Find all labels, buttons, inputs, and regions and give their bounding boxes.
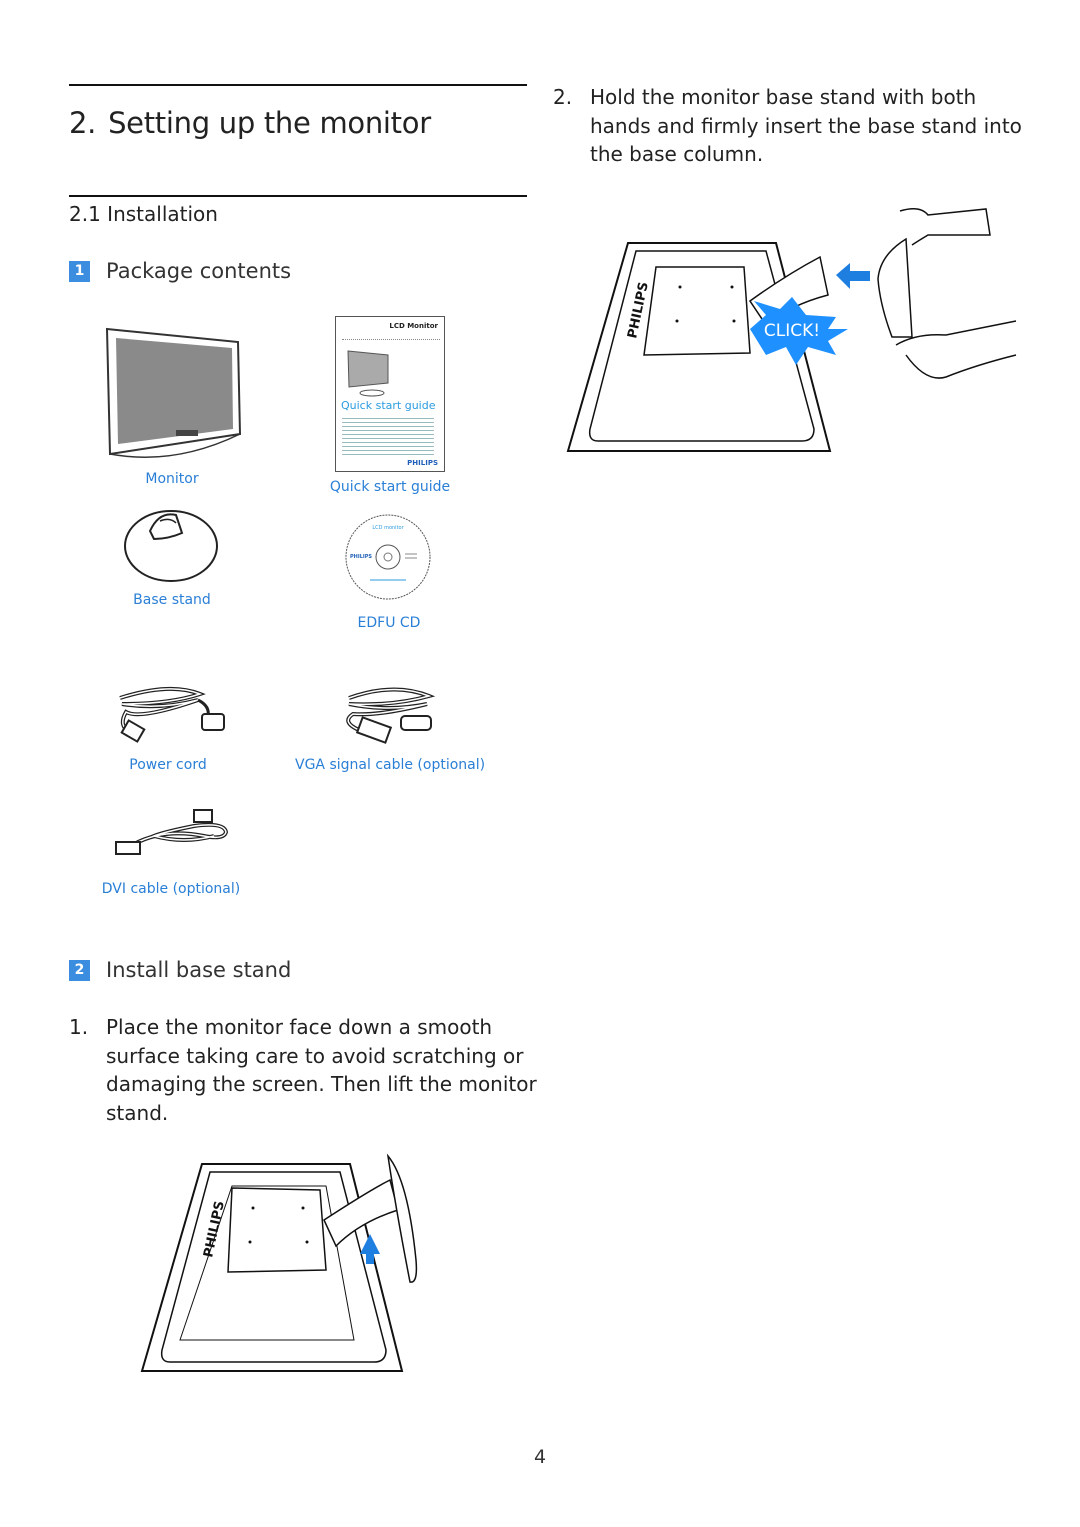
install-base-stand-title: Install base stand [106, 958, 292, 982]
page-number: 4 [533, 1446, 547, 1468]
section-rule [69, 195, 527, 197]
section-number: 2.1 [69, 202, 101, 226]
step-number: 1. [69, 1015, 89, 1039]
power-cord-icon [119, 686, 225, 743]
section-title: Installation [107, 202, 218, 226]
package-contents-title: Package contents [106, 259, 292, 283]
base-stand-icon [124, 510, 218, 582]
cd-icon: LCD monitor PHILIPS [345, 514, 431, 600]
step-text: Hold the monitor base stand with both ha… [590, 85, 1022, 166]
guide-title: Quick start guide [341, 399, 436, 412]
step-badge-2: 2 [69, 959, 90, 981]
step-text: Place the monitor face down a smooth sur… [106, 1015, 537, 1125]
step-number: 2. [553, 85, 573, 109]
caption-quick-start-guide: Quick start guide [329, 479, 451, 495]
install-base-stand-heading: 2 Install base stand [69, 958, 291, 982]
vga-cable-icon [346, 687, 436, 744]
caption-monitor: Monitor [145, 471, 199, 487]
dvi-cable-icon [115, 809, 229, 855]
cd-brand: PHILIPS [350, 554, 372, 560]
caption-vga-cable: VGA signal cable (optional) [295, 757, 486, 773]
chapter-title: Setting up the monitor [108, 106, 431, 140]
cd-heading: LCD monitor [372, 525, 404, 531]
package-contents-heading: 1 Package contents [69, 259, 291, 283]
caption-edfu-cd: EDFU CD [357, 615, 421, 631]
monitor-icon [105, 327, 242, 458]
top-rule [69, 84, 527, 86]
caption-dvi-cable: DVI cable (optional) [101, 881, 241, 897]
install-step-1: 1. Place the monitor face down a smooth … [69, 1013, 539, 1127]
click-label: CLICK! [764, 321, 820, 341]
step-badge-1: 1 [69, 260, 90, 282]
guide-heading: LCD Monitor [389, 322, 438, 330]
monitor-face-down-illustration: PHILIPS [140, 1153, 418, 1372]
caption-power-cord: Power cord [129, 757, 207, 773]
quick-start-guide-icon: LCD Monitor Quick start guide PHILIPS [335, 316, 445, 472]
insert-base-stand-illustration: PHILIPS CLICK! [566, 208, 1017, 452]
caption-base-stand: Base stand [133, 592, 211, 608]
chapter-heading: 2. Setting up the monitor [69, 106, 431, 140]
guide-brand: PHILIPS [407, 459, 438, 467]
chapter-number: 2. [69, 106, 97, 140]
section-heading: 2.1 Installation [69, 202, 218, 226]
install-step-2: 2. Hold the monitor base stand with both… [553, 83, 1023, 169]
